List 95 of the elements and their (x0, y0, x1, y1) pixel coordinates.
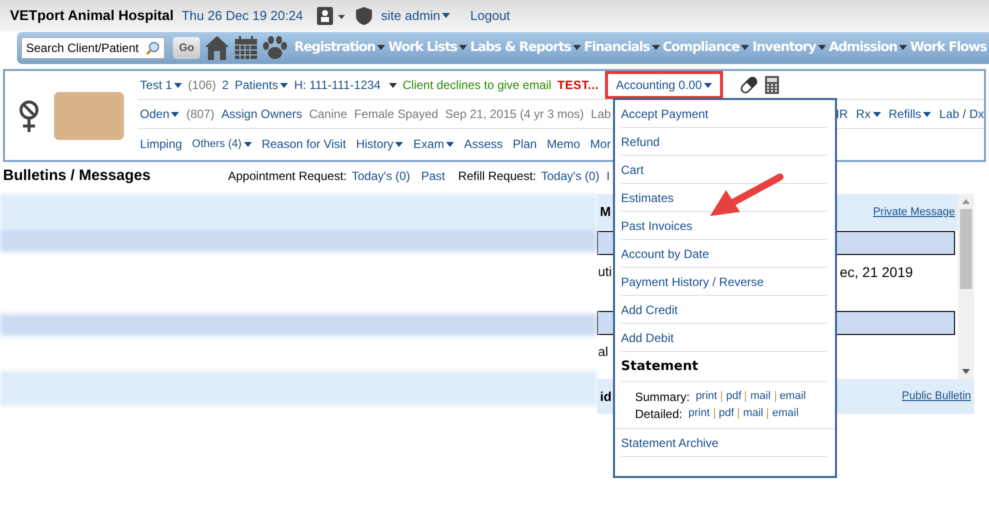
link[interactable]: IR (836, 105, 848, 123)
caret-icon (704, 82, 712, 88)
header-fragment: M (600, 203, 611, 222)
photo-placeholder (54, 92, 124, 140)
statement-label: Detailed: (635, 406, 682, 422)
scrollbar[interactable] (958, 194, 974, 379)
caret-icon (872, 112, 881, 116)
menu-link[interactable]: Oden (140, 105, 180, 123)
info-text: (807) (186, 106, 214, 123)
menu-link[interactable]: Patients (234, 76, 288, 94)
past-link[interactable]: Past (421, 167, 446, 185)
caret-icon (923, 112, 932, 116)
caret-icon (244, 142, 252, 146)
caret-icon (174, 82, 182, 88)
caret-icon (377, 45, 386, 50)
person-badge-icon[interactable] (317, 6, 348, 24)
info-text: Sep 21, 2015 (4 yr 3 mos) (445, 106, 584, 123)
private-message-link[interactable]: Private Message (873, 204, 955, 220)
link[interactable]: Reason for Visit (262, 135, 346, 153)
link[interactable]: Assess (464, 135, 503, 153)
menu-item[interactable]: Cart (621, 156, 827, 184)
caret-icon (652, 45, 660, 50)
today-link[interactable]: Today's (0) (541, 167, 600, 185)
datetime-text: Thu 26 Dec 19 20:24 (182, 6, 304, 25)
caret-icon (818, 45, 826, 50)
home-icon[interactable] (204, 35, 230, 61)
shield-icon (355, 6, 374, 24)
menu-link[interactable]: History (356, 135, 404, 153)
calculator-icon[interactable] (764, 76, 779, 94)
scroll-down-icon[interactable] (962, 369, 970, 374)
link[interactable]: Memo (546, 135, 580, 153)
menu-link[interactable]: Refills (888, 105, 932, 123)
statement-link[interactable]: print (688, 405, 710, 422)
statement-label: Summary: (635, 388, 690, 406)
statement-link[interactable]: pdf (726, 388, 742, 405)
alert-text: TEST... (557, 77, 599, 94)
menu-item[interactable]: Payment History / Reverse (621, 268, 827, 296)
info-text: Female Spayed (354, 106, 438, 123)
caret-icon (442, 13, 450, 18)
menu-item[interactable]: Add Debit (621, 324, 827, 352)
link[interactable]: H: 111-111-1234 (294, 76, 381, 94)
link[interactable]: Lab / Dx (939, 105, 984, 123)
menu-item[interactable]: Refund (621, 128, 827, 156)
go-button[interactable]: Go (173, 37, 200, 59)
caret-icon (388, 82, 397, 88)
menu-heading: Statement (621, 352, 827, 382)
caret-icon (446, 142, 454, 146)
search-icon[interactable] (146, 41, 160, 55)
statement-link[interactable]: mail (743, 405, 764, 422)
link[interactable]: 2 (222, 76, 229, 94)
request-label: Appointment Request: (228, 168, 347, 185)
header-fragment: id (600, 388, 612, 406)
caret-icon (459, 45, 468, 50)
user-menu[interactable]: site admin (381, 6, 450, 26)
info-text: Canine (309, 106, 348, 123)
link[interactable]: I (606, 167, 610, 185)
menu-item[interactable]: Accept Payment (621, 100, 827, 128)
info-text: Lab (590, 106, 611, 123)
request-label: Refill Request: (458, 168, 536, 185)
menu-link[interactable]: Test 1 (140, 76, 182, 94)
link[interactable]: Mor (590, 135, 611, 153)
public-bulletin-link[interactable]: Public Bulletin (902, 388, 971, 405)
calendar-icon[interactable] (234, 36, 258, 60)
menu-item[interactable]: Account by Date (621, 240, 827, 268)
menu-link[interactable]: Rx (856, 105, 881, 123)
link[interactable]: Assign Owners (221, 105, 302, 123)
menu-link[interactable]: Others (4) (192, 136, 252, 152)
date-text: ec, 21 2019 (840, 262, 913, 282)
caret-icon (395, 142, 404, 146)
menu-link[interactable]: Exam (413, 135, 454, 153)
hospital-name: VETport Animal Hospital (10, 6, 174, 25)
logout-link[interactable]: Logout (470, 6, 510, 26)
caret-icon (899, 45, 908, 50)
statement-link[interactable]: print (696, 388, 718, 405)
statement-link[interactable]: mail (750, 388, 771, 405)
link[interactable]: Plan (512, 135, 537, 153)
caret-icon (171, 112, 180, 116)
info-text: (106) (188, 77, 216, 94)
statement-link[interactable]: pdf (718, 405, 734, 422)
link[interactable]: Limping (140, 135, 182, 153)
text-fragment: al (597, 343, 608, 362)
menu-item[interactable]: Statement Archive (621, 429, 827, 457)
caret-icon (741, 45, 750, 50)
menu-item[interactable]: Add Credit (621, 296, 827, 324)
today-link[interactable]: Today's (0) (352, 167, 410, 185)
female-spayed-icon (18, 98, 40, 132)
email-notice: Client declines to give email (402, 77, 552, 94)
caret-icon (572, 45, 581, 50)
statement-link[interactable]: email (772, 405, 799, 422)
caret-icon (280, 82, 288, 88)
text-fragment: uti (597, 263, 612, 282)
statement-link[interactable]: email (780, 388, 806, 405)
search-field[interactable]: Search Client/Patient (21, 37, 165, 59)
paw-icon[interactable] (262, 36, 288, 60)
section-title: Bulletins / Messages (3, 166, 152, 186)
